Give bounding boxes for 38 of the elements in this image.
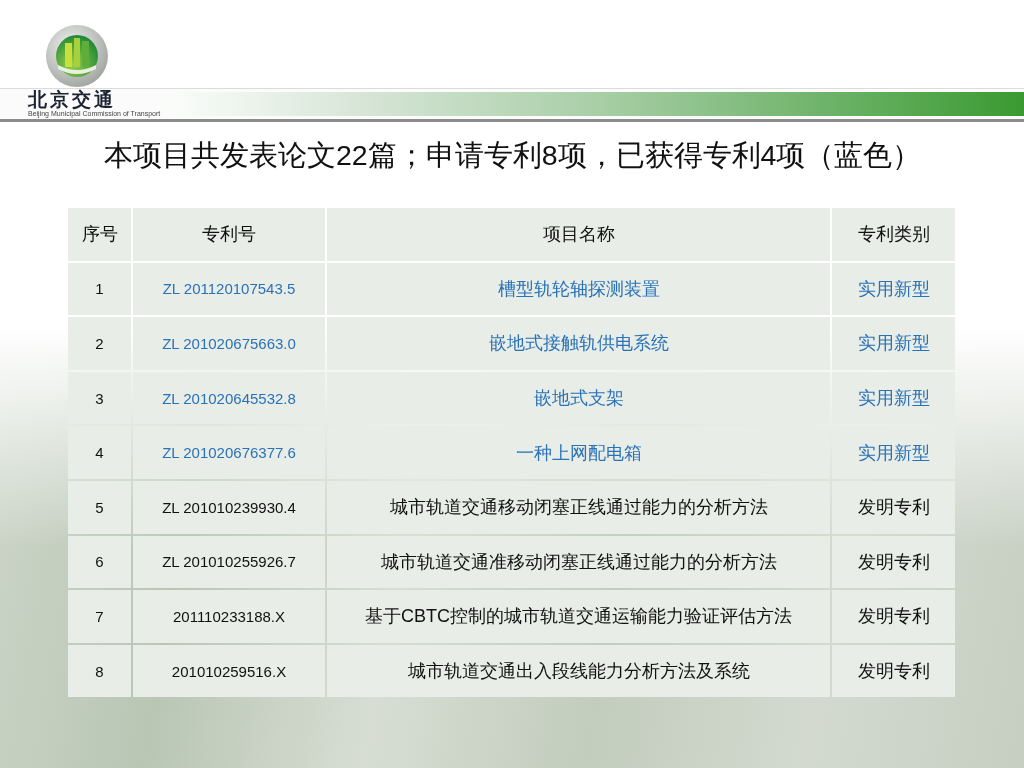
logo-text: 北京交通 (28, 90, 116, 110)
table-cell: 实用新型 (832, 262, 955, 316)
table-cell: 1 (68, 262, 131, 316)
table-cell: 4 (68, 426, 131, 479)
table-cell: 7 (68, 590, 131, 643)
table-cell: ZL 201020675663.0 (133, 317, 325, 370)
table-cell: ZL 201010255926.7 (133, 535, 325, 589)
table-cell: ZL 201120107543.5 (133, 262, 325, 316)
table-cell: 201010259516.X (133, 644, 325, 698)
table-cell: 3 (68, 371, 131, 425)
table-cell: 实用新型 (832, 317, 955, 370)
table-cell: 实用新型 (832, 371, 955, 425)
table-cell: 槽型轨轮轴探测装置 (327, 262, 830, 316)
table-cell: 5 (68, 480, 131, 534)
emblem-icon (46, 25, 108, 87)
column-header: 序号 (68, 208, 131, 261)
table-cell: 发明专利 (832, 644, 955, 698)
slide-title: 本项目共发表论文22篇；申请专利8项，已获得专利4项（蓝色） (104, 139, 922, 171)
table-cell: 2 (68, 317, 131, 370)
table-cell: 基于CBTC控制的城市轨道交通运输能力验证评估方法 (327, 590, 830, 643)
column-header: 专利类别 (832, 208, 955, 261)
table-cell: ZL 201010239930.4 (133, 480, 325, 534)
table-cell: 发明专利 (832, 480, 955, 534)
table-cell: 城市轨道交通移动闭塞正线通过能力的分析方法 (327, 480, 830, 534)
table-cell: 城市轨道交通准移动闭塞正线通过能力的分析方法 (327, 535, 830, 589)
table-cell: 嵌地式支架 (327, 371, 830, 425)
column-header: 专利号 (133, 208, 325, 261)
table-cell: 一种上网配电箱 (327, 426, 830, 479)
table-cell: 201110233188.X (133, 590, 325, 643)
table-cell: 发明专利 (832, 535, 955, 589)
table-cell: 嵌地式接触轨供电系统 (327, 317, 830, 370)
table-cell: ZL 201020645532.8 (133, 371, 325, 425)
table-cell: 城市轨道交通出入段线能力分析方法及系统 (327, 644, 830, 698)
table-cell: 8 (68, 644, 131, 698)
table-cell: 6 (68, 535, 131, 589)
table-cell: 发明专利 (832, 590, 955, 643)
table-cell: ZL 201020676377.6 (133, 426, 325, 479)
column-header: 项目名称 (327, 208, 830, 261)
